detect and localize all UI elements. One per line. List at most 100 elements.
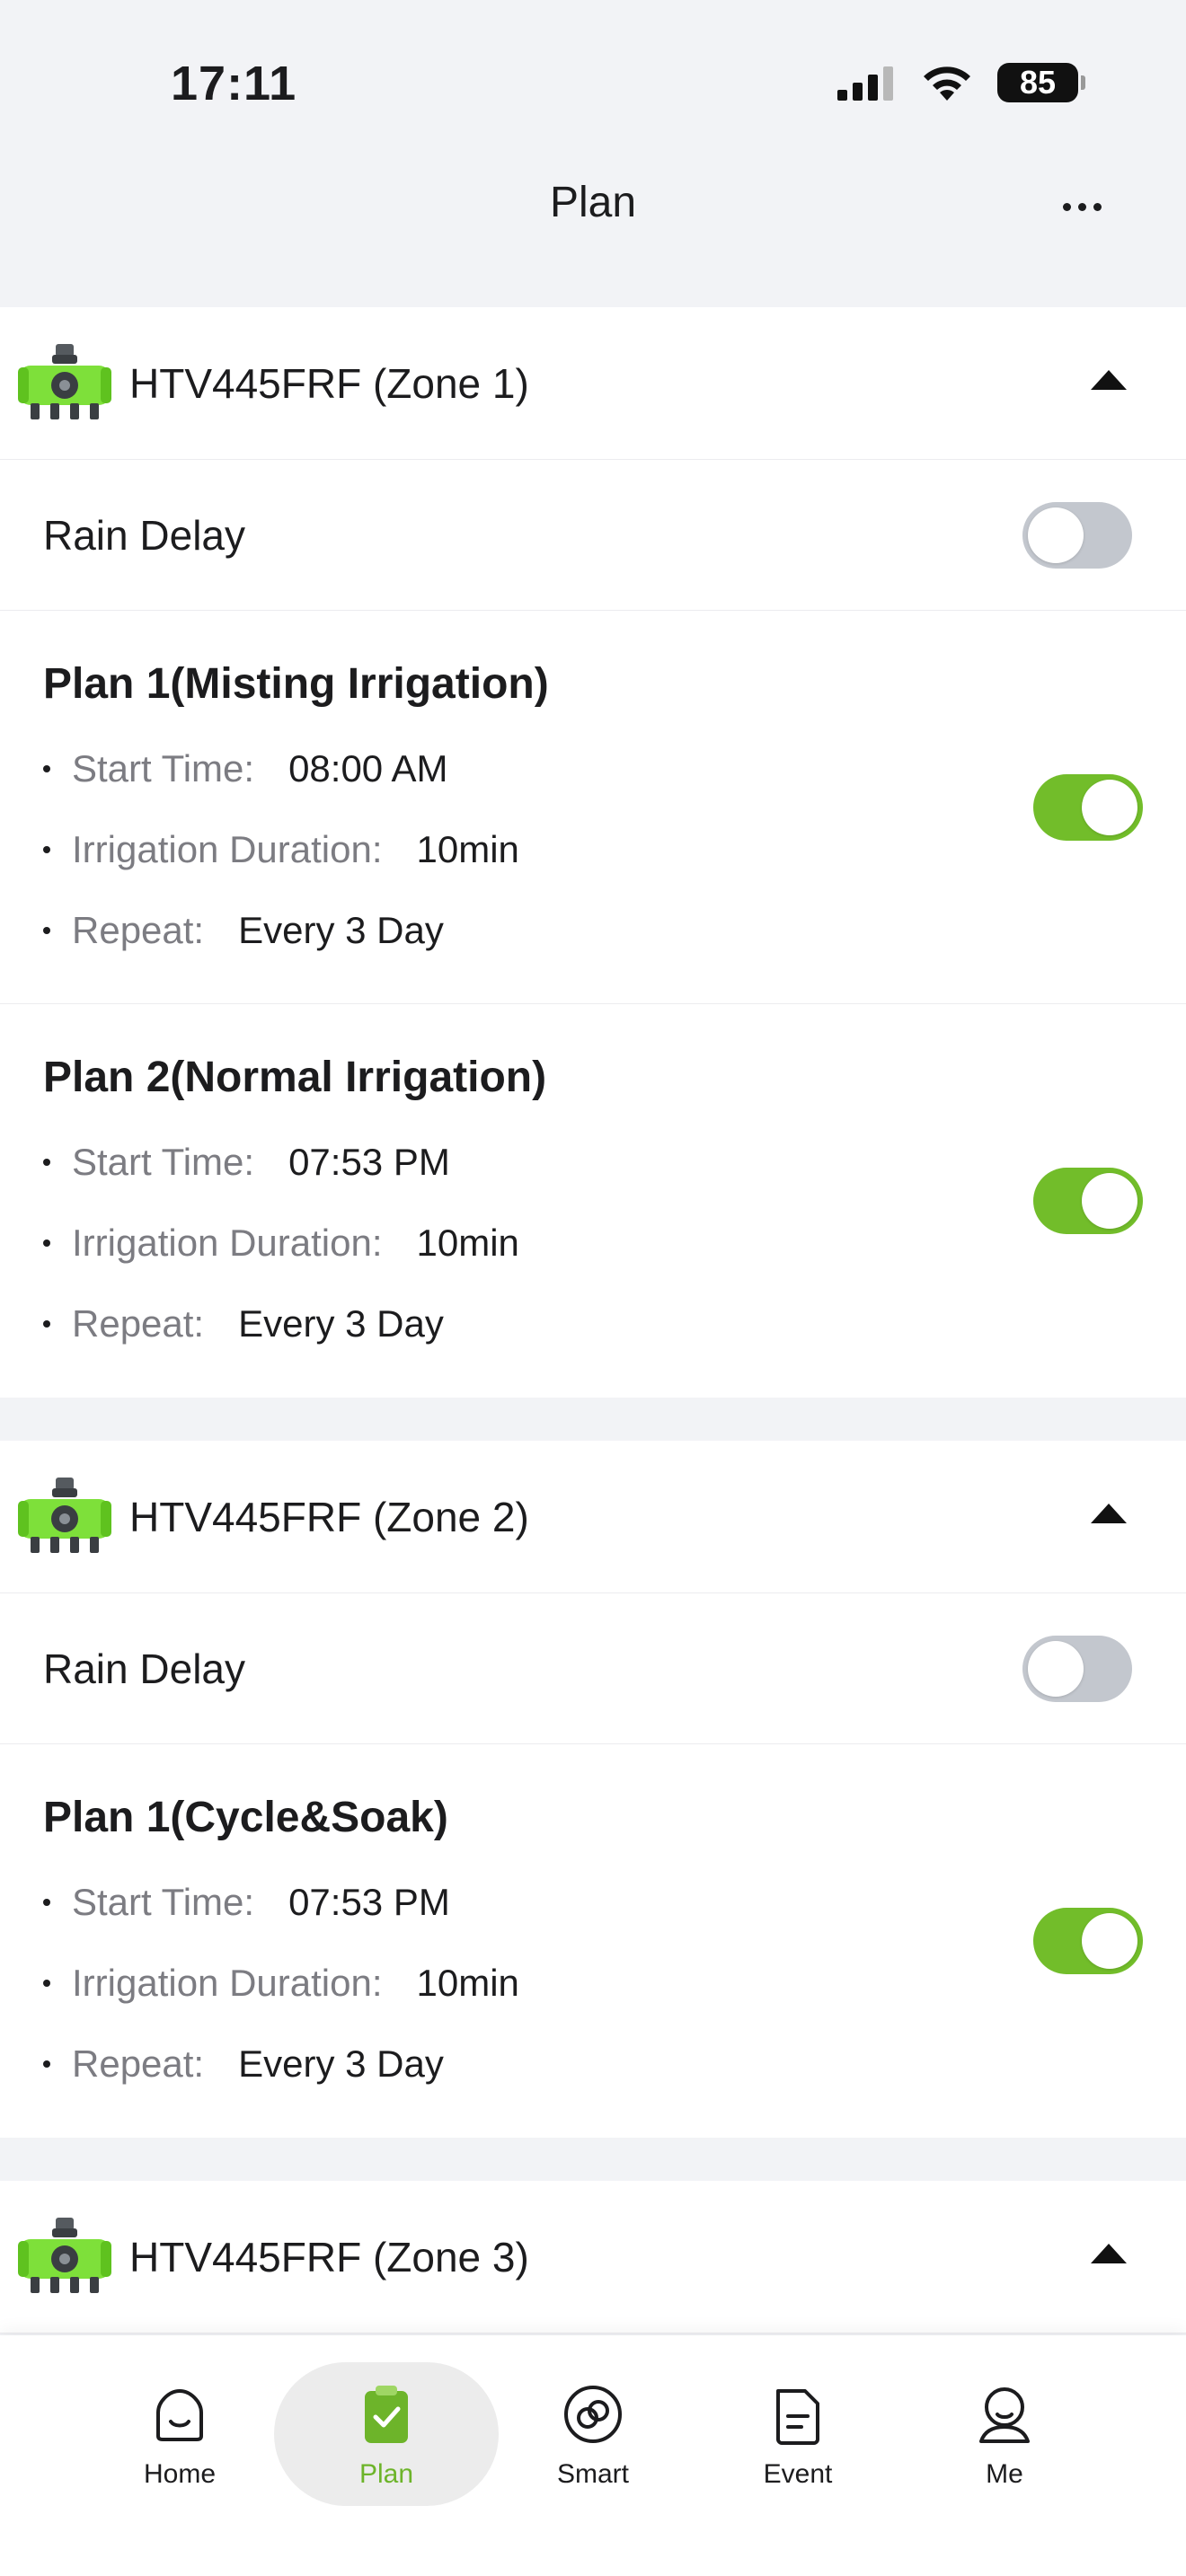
start-time-label: Start Time: (72, 747, 255, 790)
repeat-label: Repeat: (72, 909, 205, 951)
rain-delay-row: Rain Delay (0, 460, 1186, 611)
bullet (43, 1159, 50, 1166)
zone-card: HTV445FRF (Zone 3) (0, 2181, 1186, 2333)
start-time-line: Start Time: 08:00 AM (43, 747, 448, 790)
more-dot-icon (1062, 202, 1071, 211)
collapse-caret-icon[interactable] (1091, 370, 1127, 390)
battery-level: 85 (1019, 64, 1057, 101)
rain-delay-row: Rain Delay (0, 1593, 1186, 1744)
start-time-line: Start Time: 07:53 PM (43, 1881, 450, 1924)
zone-card: HTV445FRF (Zone 1) Rain Delay Plan 1(Misti… (0, 307, 1186, 1398)
tab-plan[interactable]: Plan (314, 2382, 458, 2490)
home-icon (156, 2388, 203, 2441)
tab-event[interactable]: Event (726, 2382, 870, 2490)
zone-header[interactable]: HTV445FRF (Zone 3) (0, 2181, 1186, 2333)
bullet (43, 927, 50, 934)
plan-icon (365, 2386, 408, 2443)
plan-item[interactable]: Plan 1(Cycle&Soak) Start Time: 07:53 PM Irr… (0, 1744, 1186, 2138)
status-icons: 85 (837, 63, 1085, 102)
plan-item[interactable]: Plan 2(Normal Irrigation) Start Time: 07:5… (0, 1004, 1186, 1398)
duration-line: Irrigation Duration: 10min (43, 1962, 519, 2005)
event-icon (776, 2389, 819, 2445)
repeat-value: Every 3 Day (238, 2042, 444, 2085)
repeat-label: Repeat: (72, 1302, 205, 1345)
zone-list: HTV445FRF (Zone 1) Rain Delay Plan 1(Misti… (0, 307, 1186, 2377)
toggle-knob (1082, 1173, 1137, 1229)
start-time-value: 07:53 PM (288, 1141, 450, 1183)
zone-header[interactable]: HTV445FRF (Zone 2) (0, 1441, 1186, 1593)
toggle-knob (1028, 1641, 1084, 1697)
duration-line: Irrigation Duration: 10min (43, 1222, 519, 1265)
rain-delay-toggle[interactable] (1022, 502, 1132, 569)
duration-value: 10min (416, 828, 519, 870)
duration-label: Irrigation Duration: (72, 1962, 383, 2004)
zone-title: HTV445FRF (Zone 3) (129, 2233, 529, 2280)
tab-label: Plan (358, 2459, 414, 2489)
repeat-line: Repeat: Every 3 Day (43, 909, 444, 952)
rain-delay-label: Rain Delay (43, 511, 245, 559)
toggle-knob (1082, 780, 1137, 835)
start-time-value: 07:53 PM (288, 1881, 450, 1923)
plan-item[interactable]: Plan 1(Misting Irrigation) Start Time: 08:… (0, 611, 1186, 1004)
repeat-line: Repeat: Every 3 Day (43, 1302, 444, 1345)
plan-enable-toggle[interactable] (1033, 1168, 1143, 1234)
toggle-knob (1082, 1913, 1137, 1969)
tab-label: Smart (556, 2459, 629, 2489)
more-options-button[interactable] (1046, 184, 1118, 229)
me-icon (979, 2387, 1030, 2443)
zone-title: HTV445FRF (Zone 1) (129, 359, 529, 407)
device-image (13, 1474, 117, 1560)
rain-delay-toggle[interactable] (1022, 1636, 1132, 1702)
bullet (43, 1320, 50, 1328)
status-bar: 17:11 85 (0, 0, 1186, 153)
duration-value: 10min (416, 1962, 519, 2004)
zone-card: HTV445FRF (Zone 2) Rain Delay Plan 1(Cycle… (0, 1441, 1186, 2138)
bullet (43, 1899, 50, 1906)
plan-enable-toggle[interactable] (1033, 1908, 1143, 1974)
tab-smart[interactable]: Smart (521, 2382, 665, 2490)
repeat-line: Repeat: Every 3 Day (43, 2042, 444, 2086)
start-time-label: Start Time: (72, 1141, 255, 1183)
collapse-caret-icon[interactable] (1091, 2244, 1127, 2263)
tab-me[interactable]: Me (933, 2382, 1076, 2490)
repeat-value: Every 3 Day (238, 1302, 444, 1345)
tab-label: Event (763, 2459, 833, 2489)
start-time-label: Start Time: (72, 1881, 255, 1923)
rain-delay-label: Rain Delay (43, 1645, 245, 1692)
collapse-caret-icon[interactable] (1091, 1504, 1127, 1523)
page-title: Plan (549, 179, 637, 226)
smart-icon (564, 2386, 622, 2443)
duration-label: Irrigation Duration: (72, 1222, 383, 1264)
more-dot-icon (1077, 202, 1086, 211)
plan-enable-toggle[interactable] (1033, 774, 1143, 841)
repeat-label: Repeat: (72, 2042, 205, 2085)
tab-bar: Home Plan Smart Event Me (0, 2335, 1186, 2576)
duration-line: Irrigation Duration: 10min (43, 828, 519, 871)
battery-icon: 85 (997, 63, 1085, 102)
start-time-value: 08:00 AM (288, 747, 448, 790)
repeat-value: Every 3 Day (238, 909, 444, 951)
bullet (43, 846, 50, 853)
plan-title: Plan 1(Cycle&Soak) (43, 1794, 448, 1841)
tab-home[interactable]: Home (108, 2382, 252, 2490)
duration-label: Irrigation Duration: (72, 828, 383, 870)
bullet (43, 1239, 50, 1247)
bullet (43, 1980, 50, 1987)
device-image (13, 340, 117, 427)
device-image (13, 2214, 117, 2300)
status-time: 17:11 (171, 57, 297, 110)
more-dot-icon (1093, 202, 1102, 211)
toggle-knob (1028, 507, 1084, 563)
duration-value: 10min (416, 1222, 519, 1264)
bullet (43, 2060, 50, 2068)
plan-title: Plan 1(Misting Irrigation) (43, 660, 549, 708)
zone-title: HTV445FRF (Zone 2) (129, 1493, 529, 1540)
wifi-icon (924, 66, 970, 101)
tab-label: Me (986, 2459, 1023, 2489)
plan-title: Plan 2(Normal Irrigation) (43, 1054, 547, 1101)
signal-icon (837, 66, 893, 101)
bullet (43, 765, 50, 772)
start-time-line: Start Time: 07:53 PM (43, 1141, 450, 1184)
tab-label: Home (143, 2459, 217, 2489)
zone-header[interactable]: HTV445FRF (Zone 1) (0, 307, 1186, 460)
